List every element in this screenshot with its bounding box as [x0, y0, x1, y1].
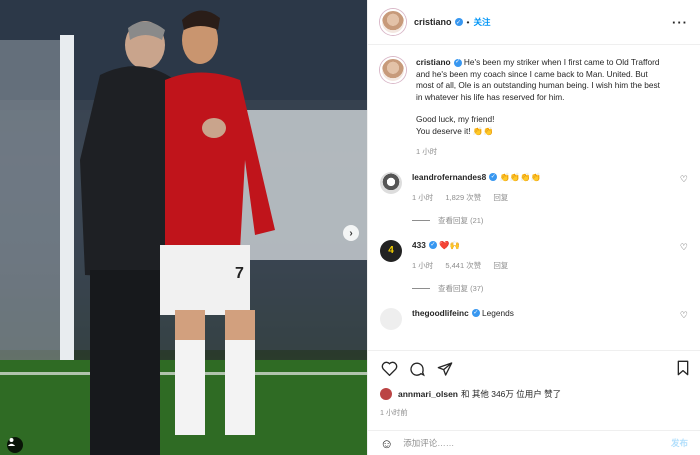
- comment-text: 👏👏👏👏: [499, 171, 541, 182]
- comment-likes[interactable]: 5,441 次赞: [445, 261, 481, 270]
- view-replies-label: 查看回复 (21): [438, 215, 484, 225]
- likes-summary: annmari_olsen 和 其他 346万 位用户 赞了: [380, 388, 561, 400]
- verified-icon: ✓: [428, 241, 437, 250]
- more-options-button[interactable]: ···: [672, 15, 688, 30]
- post-button[interactable]: 发布: [671, 437, 688, 449]
- svg-text:7: 7: [235, 265, 244, 282]
- next-photo-button[interactable]: ›: [343, 225, 359, 241]
- verified-icon: ✓: [471, 309, 480, 318]
- heart-icon[interactable]: ♡: [680, 242, 688, 253]
- add-comment-bar: ☺ 添加评论…… 发布: [368, 430, 700, 455]
- view-replies-button[interactable]: 查看回复 (37): [412, 283, 688, 294]
- comments-list[interactable]: cristiano ✓ He's been my striker when I f…: [368, 45, 700, 350]
- user-tag-icon: [7, 437, 16, 446]
- post-time[interactable]: 1 小时前: [380, 408, 408, 418]
- comment-username[interactable]: 433: [412, 240, 426, 250]
- comment-input[interactable]: 添加评论……: [403, 437, 671, 449]
- post-photo: 7 ›: [0, 0, 367, 455]
- list-item: leandrofernandes8 ✓ 👏👏👏👏 1 小时 1,829 次赞 回复…: [380, 171, 688, 203]
- divider: [412, 219, 430, 221]
- smile-icon[interactable]: ☺: [380, 436, 393, 451]
- comment-time[interactable]: 1 小时: [412, 193, 433, 202]
- caption-line: and he's been my coach since I came back…: [416, 68, 648, 79]
- comment-likes[interactable]: 1,829 次赞: [445, 193, 481, 202]
- heart-icon[interactable]: ♡: [680, 174, 688, 185]
- post-header: cristiano ✓ • 关注 ···: [368, 0, 700, 45]
- caption-time[interactable]: 1 小时: [416, 147, 437, 156]
- verified-icon: ✓: [489, 173, 498, 182]
- caption-line: You deserve it! 👏👏: [416, 125, 494, 136]
- list-item: thegoodlifeinc ✓ Legends ♡: [380, 307, 688, 330]
- divider: [412, 287, 430, 289]
- photo-illustration: 7: [0, 0, 367, 455]
- comment-icon[interactable]: [408, 360, 426, 378]
- comment-time[interactable]: 1 小时: [412, 261, 433, 270]
- avatar[interactable]: [380, 307, 402, 330]
- tagged-users-button[interactable]: [7, 437, 23, 453]
- comment-username[interactable]: leandrofernandes8: [412, 172, 486, 182]
- chevron-right-icon: ›: [349, 227, 353, 239]
- reply-button[interactable]: 回复: [493, 193, 508, 202]
- view-replies-button[interactable]: 查看回复 (21): [412, 215, 688, 226]
- heart-icon[interactable]: ♡: [680, 310, 688, 321]
- reply-button[interactable]: 回复: [493, 261, 508, 270]
- action-bar: [368, 350, 700, 386]
- caption-line: Good luck, my friend!: [416, 114, 495, 124]
- avatar[interactable]: 4: [380, 239, 402, 262]
- caption-line: most of all, Ole is an outstanding human…: [416, 80, 660, 90]
- comment-username[interactable]: thegoodlifeinc: [412, 308, 469, 318]
- verified-icon: ✓: [453, 58, 462, 67]
- caption: cristiano ✓ He's been my striker when I f…: [380, 45, 688, 158]
- avatar[interactable]: [380, 171, 402, 194]
- verified-icon: ✓: [454, 18, 463, 26]
- liked-by-username[interactable]: annmari_olsen: [398, 389, 458, 399]
- caption-line: in whatever his life has reserved for hi…: [416, 91, 565, 102]
- avatar[interactable]: [380, 9, 406, 35]
- caption-line: He's been my striker when I first came t…: [463, 57, 660, 67]
- caption-username[interactable]: cristiano: [416, 57, 451, 67]
- post-panel: cristiano ✓ • 关注 ··· cristiano ✓ He's bee…: [367, 0, 700, 455]
- share-icon[interactable]: [436, 360, 454, 378]
- view-replies-label: 查看回复 (37): [438, 283, 484, 293]
- heart-icon[interactable]: [380, 360, 398, 378]
- liked-by-text[interactable]: 和 其他 346万 位用户 赞了: [461, 388, 561, 400]
- bookmark-icon[interactable]: [676, 360, 690, 378]
- post-username[interactable]: cristiano: [414, 17, 452, 27]
- comment-text: ❤️🙌: [439, 239, 460, 250]
- separator-dot: •: [466, 17, 470, 27]
- avatar[interactable]: [380, 57, 406, 83]
- follow-button[interactable]: 关注: [474, 16, 491, 28]
- avatar[interactable]: [380, 388, 392, 400]
- list-item: 4 433 ✓ ❤️🙌 1 小时 5,441 次赞 回复 ♡: [380, 239, 688, 271]
- comment-text: Legends: [482, 307, 514, 318]
